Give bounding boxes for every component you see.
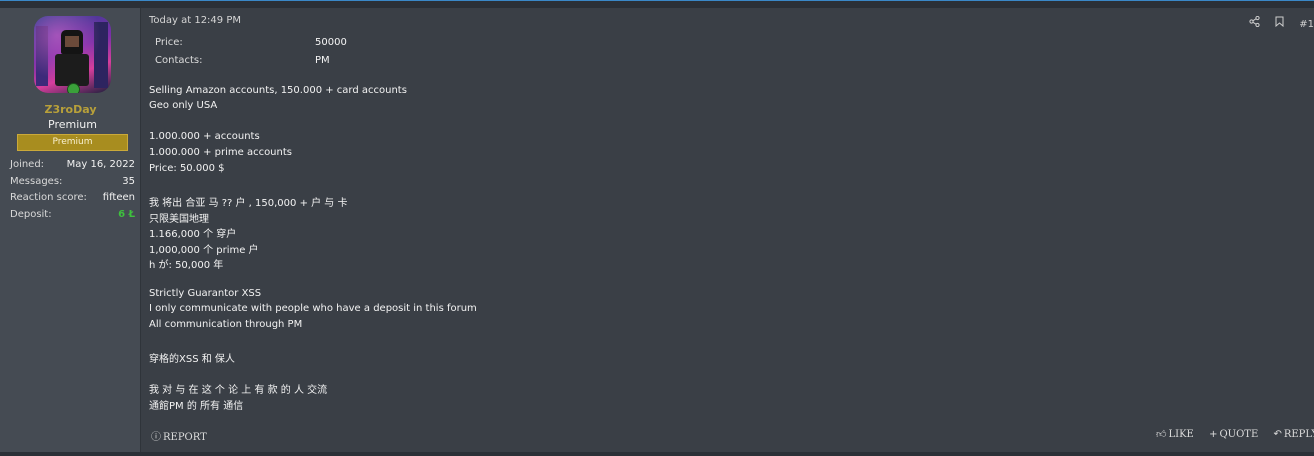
user-stats: Joined: May 16, 2022 Messages: 35 Reacti… [10, 159, 135, 225]
message-line: Selling Amazon accounts, 150.000 + card … [149, 85, 407, 96]
message-line: 1.000.000 + prime accounts [149, 147, 292, 158]
stat-label: Reaction score: [10, 192, 87, 203]
reply-button[interactable]: ↶REPLY [1273, 429, 1314, 440]
stat-value: May 16, 2022 [66, 159, 135, 170]
report-button[interactable]: ⓘ REPORT [151, 428, 207, 443]
message-line: 1,000,000 个 prime 户 [149, 245, 259, 256]
message-line: All communication through PM [149, 319, 303, 330]
user-avatar[interactable] [34, 16, 111, 93]
message-line: 只限美国地理 [149, 214, 209, 225]
stat-value: 6 Ł [118, 208, 135, 220]
message-line: 我 将出 合亚 马 ?? 户 , 150,000 + 户 与 卡 [149, 198, 348, 209]
stat-joined: Joined: May 16, 2022 [10, 159, 135, 176]
stat-label: Joined: [10, 159, 45, 170]
thumbs-up-icon: 👍︎ [1156, 429, 1167, 440]
message-line: 穿格的XSS 和 保人 [149, 354, 235, 365]
post-content: Today at 12:49 PM #1 Price: 50000 Contac… [149, 8, 1314, 452]
user-info-panel: Z3roDay Premium Premium Joined: May 16, … [0, 8, 141, 452]
username-link[interactable]: Z3roDay [0, 103, 141, 116]
message-line: Strictly Guarantor XSS [149, 288, 262, 299]
message-line: 1.166,000 个 穿户 [149, 229, 237, 240]
quote-label: QUOTE [1219, 429, 1259, 440]
share-icon[interactable] [1249, 16, 1260, 27]
stat-reaction-score: Reaction score: fifteen [10, 192, 135, 209]
user-banner: Premium [17, 134, 128, 151]
price-value: 50000 [315, 37, 347, 48]
stat-label: Deposit: [10, 208, 52, 220]
message-line: h が: 50,000 年 [149, 260, 224, 271]
message-line: Geo only USA [149, 100, 218, 111]
contacts-value: PM [315, 55, 330, 66]
online-status-icon [67, 83, 80, 93]
report-label: REPORT [163, 432, 207, 443]
reply-label: REPLY [1283, 429, 1314, 440]
message-line: Price: 50.000 $ [149, 163, 225, 174]
message-line: 我 对 与 在 这 个 论 上 有 款 的 人 交流 [149, 385, 328, 396]
report-icon: ⓘ [151, 432, 161, 443]
contacts-label: Contacts: [155, 55, 203, 66]
quote-button[interactable]: + QUOTE [1209, 429, 1258, 440]
plus-icon: + [1209, 429, 1218, 440]
like-button[interactable]: 👍︎ LIKE [1156, 429, 1194, 440]
post-actions: 👍︎LIKE +QUOTE ↶REPLY [1144, 428, 1314, 440]
top-border [0, 0, 1314, 8]
message-line: I only communicate with people who have … [149, 303, 477, 314]
post-number-link[interactable]: #1 [1299, 19, 1314, 30]
message-line: 通館PM 的 所有 通信 [149, 401, 244, 412]
post-date[interactable]: Today at 12:49 PM [149, 15, 241, 26]
message-line: 1.000.000 + accounts [149, 131, 260, 142]
like-label: LIKE [1168, 429, 1194, 440]
bottom-border [0, 452, 1314, 456]
stat-value: fifteen [102, 192, 135, 203]
reply-arrow-icon: ↶ [1273, 429, 1282, 440]
stat-deposit: Deposit: 6 Ł [10, 209, 135, 226]
stat-label: Messages: [10, 175, 63, 187]
bookmark-icon[interactable] [1275, 16, 1284, 27]
user-title: Premium [48, 118, 97, 131]
price-label: Price: [155, 37, 183, 48]
stat-value[interactable]: 35 [122, 176, 135, 187]
post-tools: #1 [1237, 16, 1314, 30]
stat-messages: Messages: 35 [10, 176, 135, 193]
